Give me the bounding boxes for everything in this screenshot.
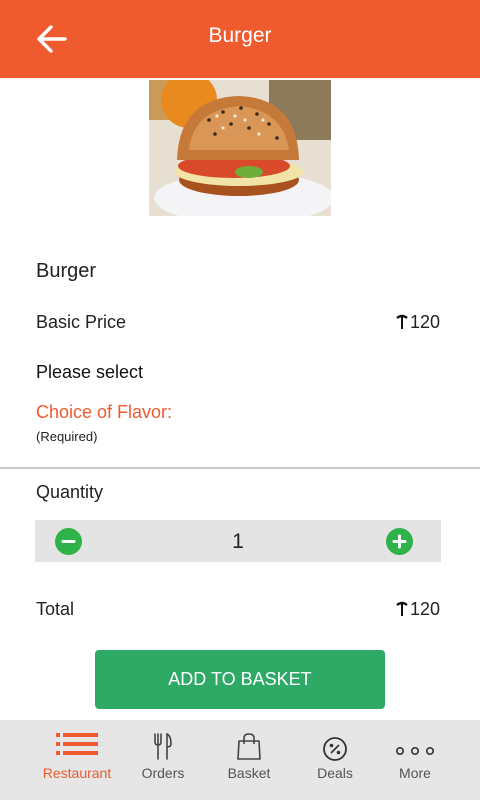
basic-price-value: 120 <box>396 312 440 333</box>
quantity-value: 1 <box>232 530 244 553</box>
quantity-stepper: 1 <box>35 520 441 562</box>
select-prompt: Please select <box>36 362 144 382</box>
tab-restaurant-label: Restaurant <box>42 765 112 781</box>
increment-button[interactable] <box>386 528 413 555</box>
fork-knife-icon <box>154 732 172 760</box>
basic-price-label: Basic Price <box>36 312 127 332</box>
tab-restaurant[interactable]: Restaurant <box>29 720 125 800</box>
tab-more[interactable]: More <box>367 720 463 800</box>
taka-icon <box>396 314 408 329</box>
item-name: Burger <box>36 260 97 282</box>
total-label: Total <box>36 599 75 619</box>
add-to-basket-button[interactable]: ADD TO BASKET <box>95 650 385 709</box>
required-note: (Required) <box>36 429 98 444</box>
tab-more-label: More <box>399 765 431 781</box>
burger-photo <box>149 80 331 216</box>
total-amount: 120 <box>409 599 440 619</box>
taka-icon <box>396 601 408 616</box>
plus-circle-icon <box>392 534 407 549</box>
percent-icon <box>323 737 347 761</box>
decrement-button[interactable] <box>55 528 82 555</box>
app-header: Burger <box>0 0 480 78</box>
divider <box>0 467 480 469</box>
tab-orders[interactable]: Orders <box>115 720 211 800</box>
tab-orders-label: Orders <box>141 765 185 781</box>
tab-basket-label: Basket <box>227 765 271 781</box>
basic-price-amount: 120 <box>409 312 440 332</box>
flavor-choice-link[interactable]: Choice of Flavor: <box>36 402 172 423</box>
shopping-bag-icon <box>237 733 261 760</box>
total-value: 120 <box>396 599 440 620</box>
minus-circle-icon <box>61 540 76 543</box>
list-icon <box>56 733 98 755</box>
quantity-label: Quantity <box>36 482 104 502</box>
more-dots-icon <box>395 747 434 756</box>
page-title: Burger <box>208 24 272 47</box>
tab-basket[interactable]: Basket <box>201 720 297 800</box>
bottom-tab-bar: Restaurant Orders Basket Deals More <box>0 720 480 800</box>
